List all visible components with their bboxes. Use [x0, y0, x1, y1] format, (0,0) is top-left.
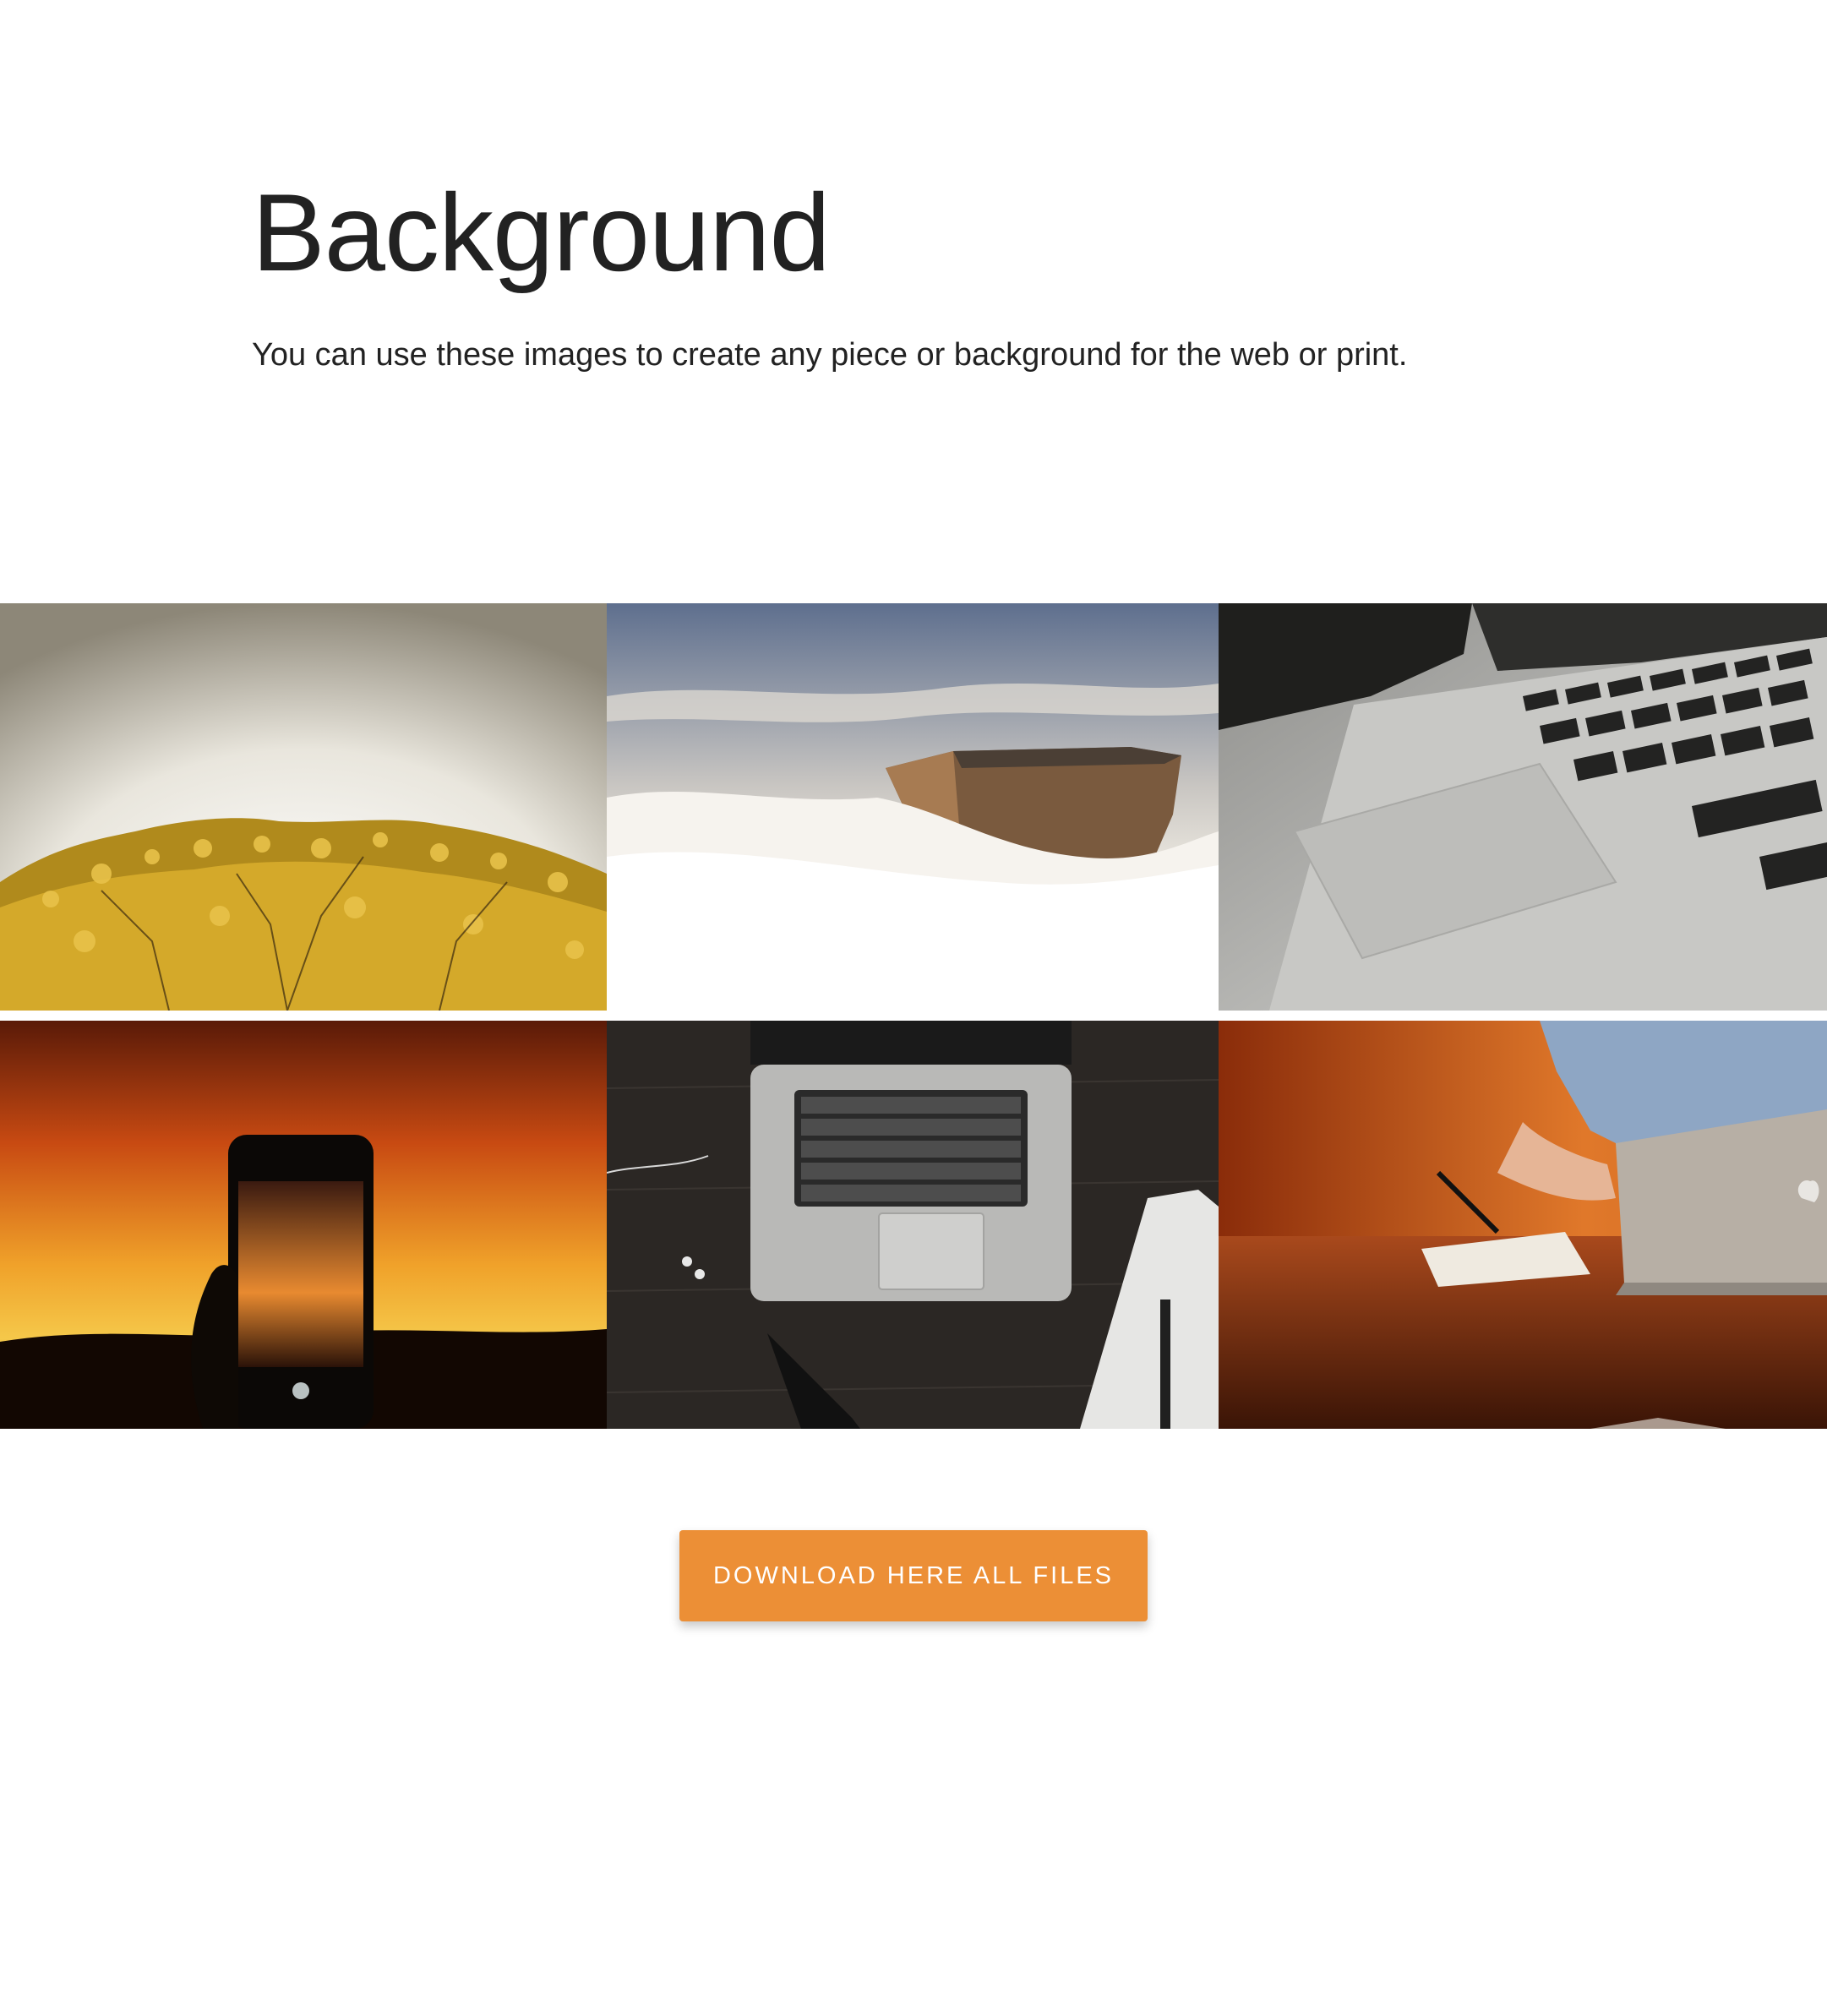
gallery-image-laptop-on-dark-desk[interactable] [607, 1021, 1219, 1429]
page-subtitle: You can use these images to create any p… [252, 337, 1408, 373]
gallery-image-yellow-blossom-tree[interactable] [0, 603, 607, 1011]
page-title: Background [252, 171, 831, 294]
download-all-files-button[interactable]: Download here all files [679, 1530, 1148, 1621]
image-gallery [0, 603, 1827, 1429]
page: Background You can use these images to c… [0, 0, 1827, 2016]
gallery-image-tepui-above-clouds[interactable] [607, 603, 1219, 1011]
page-header: Background You can use these images to c… [252, 169, 1604, 376]
gallery-image-phone-sunset-photo[interactable] [0, 1021, 607, 1429]
gallery-image-laptop-keyboard-closeup[interactable] [1219, 603, 1827, 1011]
gallery-image-writing-at-orange-desk[interactable] [1219, 1021, 1827, 1429]
